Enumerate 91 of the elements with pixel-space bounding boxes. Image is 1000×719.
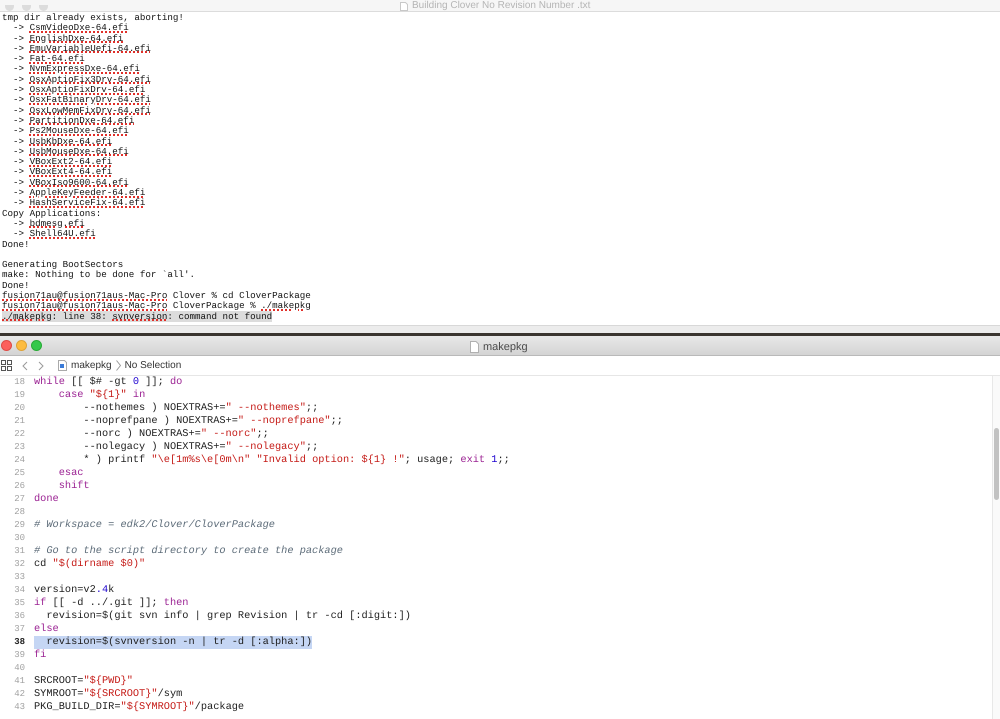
terminal-line: make: Nothing to be done for `all'. [2, 269, 195, 280]
line-number: 27 [13, 493, 26, 506]
code-line: case "${1}" in [58, 389, 146, 402]
terminal-line: -> AppleKeyFeeder-64.efi [12, 187, 146, 198]
document-icon [470, 341, 479, 354]
terminal-line: -> EnglishDxe-64.efi [12, 32, 124, 44]
line-number: 36 [13, 610, 26, 623]
code-line: while [[ $# -gt 0 ]]; do [34, 376, 182, 389]
line-number: 32 [13, 558, 26, 571]
line-number: 33 [13, 571, 26, 584]
minimize-button[interactable] [22, 5, 31, 11]
terminal-line: Done! [2, 238, 30, 250]
terminal-line: -> UsbKbDxe-64.efi [12, 136, 112, 147]
line-number: 25 [13, 467, 26, 480]
code-line: SRCROOT="${PWD}" [34, 675, 133, 688]
minimize-button[interactable] [16, 340, 27, 351]
terminal-line: -> Shell64U.efi [12, 228, 96, 240]
line-number: 42 [13, 688, 26, 701]
close-button[interactable] [1, 340, 12, 351]
line-number: 24 [13, 454, 26, 467]
terminal-line: Generating BootSectors [2, 259, 124, 270]
terminal-line: -> CsmVideoDxe-64.efi [12, 22, 129, 34]
window-title: Building Clover No Revision Number .txt [412, 0, 590, 11]
terminal-line: -> bdmesg.efi [13, 218, 85, 229]
code-line: PKG_BUILD_DIR="${SYMROOT}"/package [34, 701, 244, 714]
code-line: * ) printf "\e[1m%s\e[0m\n" "Invalid option: ${1} !"; usage; exit 1;; [82, 454, 510, 467]
line-number: 39 [13, 649, 26, 662]
line-number: 31 [13, 545, 26, 558]
line-number: 18 [13, 376, 26, 389]
terminal-line: fusion71au@fusion71aus-Mac-Pro CloverPackage % ./makepkg [2, 300, 311, 312]
code-line: --norc ) NOEXTRAS+=" --norc";; [82, 428, 269, 441]
line-number: 37 [13, 623, 26, 636]
code-line: done [34, 493, 59, 506]
zoom-button[interactable] [39, 5, 48, 11]
code-line: fi [34, 649, 46, 662]
window-title: makepkg [483, 340, 528, 355]
code-line: --nolegacy ) NOEXTRAS+=" --nolegacy";; [82, 441, 318, 454]
code-line: else [34, 623, 59, 636]
line-number: 19 [13, 389, 26, 402]
line-number: 41 [13, 675, 26, 688]
line-number: 30 [13, 532, 26, 545]
code-line: # Go to the script directory to create the package [34, 545, 343, 558]
terminal-line: -> Fat-64.efi [12, 53, 85, 64]
terminal-line: -> UsbMouseDxe-64.efi [12, 146, 129, 157]
terminal-line: -> VBoxExt2-64.efi [12, 156, 112, 168]
scrollbar[interactable] [992, 376, 1000, 719]
line-number: 29 [13, 519, 26, 532]
line-number: 23 [13, 441, 26, 454]
terminal-line: -> Ps2MouseDxe-64.efi [12, 125, 129, 136]
file-icon [58, 360, 67, 371]
terminal-line: tmp dir already exists, aborting! [2, 12, 184, 23]
code-line: cd "$(dirname $0)" [34, 558, 146, 571]
terminal-line: -> OsxAptioFixDrv-64.efi [12, 84, 146, 96]
terminal-line: -> OsxLowMemFixDrv-64.efi [12, 104, 151, 116]
terminal-line: -> EmuVariableUefi-64.efi [12, 42, 151, 54]
forward-icon[interactable] [38, 360, 44, 370]
terminal-line: Copy Applications: [2, 208, 102, 219]
line-number: 34 [13, 584, 26, 597]
code-line: shift [58, 480, 90, 493]
terminal-line: -> PartitionDxe-64.efi [12, 114, 134, 126]
code-line: SYMROOT="${SRCROOT}"/sym [34, 688, 182, 701]
grid-icon[interactable] [1, 360, 12, 371]
breadcrumb-item[interactable]: No Selection [124, 358, 182, 373]
terminal-line: -> HashServiceFix-64.efi [12, 197, 146, 208]
line-number: 40 [13, 662, 26, 675]
line-number: 26 [13, 480, 26, 493]
line-number: 22 [13, 428, 26, 441]
zoom-button[interactable] [31, 340, 42, 351]
code-line: --nothemes ) NOEXTRAS+=" --nothemes";; [82, 402, 318, 415]
code-line: revision=$(git svn info | grep Revision | tr -cd [:digit:]) [45, 610, 411, 623]
line-number: 21 [13, 415, 26, 428]
line-number: 28 [13, 506, 26, 519]
line-number: 43 [13, 701, 26, 714]
code-line: version=v2.4k [34, 584, 114, 597]
code-line: --noprefpane ) NOEXTRAS+=" --noprefpane";; [82, 415, 343, 428]
terminal-line: Done! [2, 280, 30, 291]
terminal-line: -> VBoxExt4-64.efi [12, 166, 112, 178]
line-number: 20 [13, 402, 26, 415]
terminal-line: -> OsxFatBinaryDrv-64.efi [12, 94, 151, 106]
terminal-line: -> VBoxIso9600-64.efi [12, 176, 129, 188]
line-number: 38 [13, 636, 26, 649]
chevron-icon [116, 360, 121, 371]
code-line: # Workspace = edk2/Clover/CloverPackage [34, 519, 275, 532]
terminal-line: -> NvmExpressDxe-64.efi [12, 63, 140, 74]
terminal-line: fusion71au@fusion71aus-Mac-Pro Clover % cd CloverPackage [2, 290, 311, 302]
terminal-line: -> OsxAptioFix3Drv-64.efi [12, 74, 151, 85]
back-icon[interactable] [22, 360, 28, 370]
line-number: 35 [13, 597, 26, 610]
code-line: if [[ -d ../.git ]]; then [34, 597, 188, 610]
code-line: esac [58, 467, 84, 480]
breadcrumb-item[interactable]: makepkg [71, 358, 112, 373]
